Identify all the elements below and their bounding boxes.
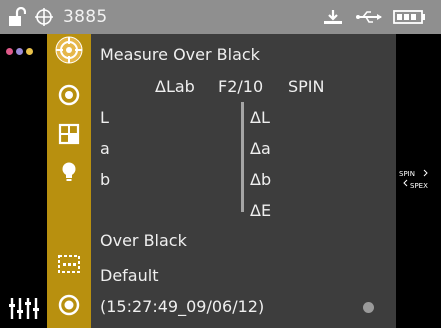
dashed-bracket-icon [58, 255, 80, 273]
page-title: Measure Over Black [100, 45, 260, 64]
options-dot-button[interactable] [363, 302, 374, 313]
spex-label: SPEX [410, 182, 428, 190]
sliders-icon[interactable] [8, 296, 40, 320]
target-circle-icon [58, 84, 80, 106]
delta-label-e: ΔE [250, 201, 272, 220]
target-tab[interactable] [53, 79, 85, 111]
serial-number: 3885 [63, 7, 108, 27]
delta-label-a: Δa [250, 139, 271, 158]
lightbulb-icon [62, 162, 76, 181]
row-label-a: a [100, 139, 110, 158]
status-bar: 3885 [0, 0, 441, 34]
tab-bar [47, 34, 91, 328]
row-label-b: b [100, 170, 111, 189]
measure-crosshair-icon [55, 36, 83, 64]
lock-open-icon [9, 7, 26, 26]
dock-icon [324, 10, 342, 24]
usb-icon [356, 11, 382, 23]
mode-label: ΔLab [155, 77, 195, 96]
measure-panel: Measure Over Black ΔLab F2/10 SPIN L a b… [91, 34, 396, 328]
spin-label: SPIN [399, 170, 415, 178]
lightbulb-tab[interactable] [53, 156, 85, 188]
grid-tab[interactable] [53, 118, 85, 150]
left-strip [0, 34, 47, 328]
measure-tab[interactable] [53, 34, 85, 66]
standard-name[interactable]: Default [100, 267, 158, 285]
row-label-l: L [100, 108, 109, 127]
grid-icon [58, 123, 80, 145]
specular-label: SPIN [288, 77, 325, 96]
spin-spex-toggle[interactable]: SPIN SPEX [398, 166, 440, 194]
target-icon [35, 8, 53, 26]
bracket-tab[interactable] [53, 248, 85, 280]
column-divider [241, 102, 244, 212]
record-icon [58, 294, 80, 316]
record-tab[interactable] [53, 289, 85, 321]
illuminant-label: F2/10 [218, 77, 264, 96]
delta-label-b: Δb [250, 170, 272, 189]
over-black-label: Over Black [100, 231, 187, 250]
delta-label-l: ΔL [250, 108, 270, 127]
timestamp: (15:27:49_09/06/12) [100, 297, 265, 316]
battery-icon [393, 10, 425, 24]
